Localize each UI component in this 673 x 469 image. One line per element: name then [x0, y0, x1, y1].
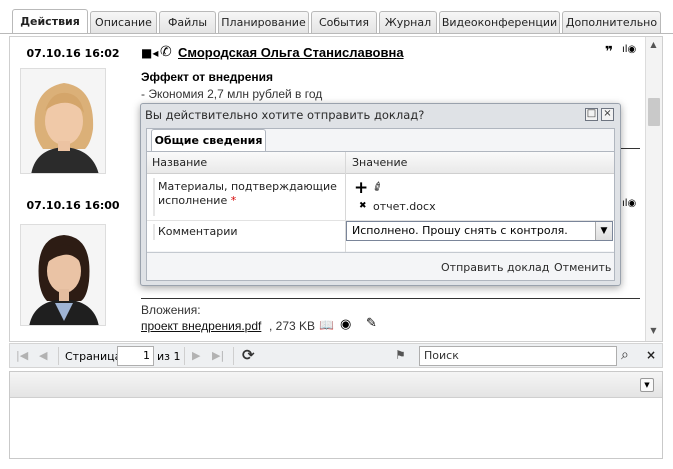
row-comments-label: Комментарии	[158, 225, 238, 238]
search-input[interactable]: Поиск	[419, 346, 617, 366]
entry-date: 07.10.16 16:00	[26, 199, 120, 212]
page-input[interactable]: 1	[117, 346, 154, 366]
cancel-button[interactable]: Отменить	[554, 261, 611, 274]
entry-divider	[141, 298, 640, 299]
row-handle	[153, 224, 155, 240]
book-icon[interactable]: 📖	[319, 318, 334, 332]
first-page-icon[interactable]: |◀	[16, 349, 28, 362]
last-page-icon[interactable]: ▶|	[212, 349, 224, 362]
entry-text: - Экономия 2,7 млн рублей в год	[141, 87, 323, 101]
tab-description[interactable]: Описание	[90, 11, 157, 33]
tab-actions[interactable]: Действия	[12, 9, 88, 34]
panel-collapse-icon[interactable]: ▼	[640, 378, 654, 392]
read-status-icon[interactable]: ıl◉	[622, 198, 636, 209]
page-total: из 1	[157, 350, 181, 363]
scroll-up-icon[interactable]: ▲	[646, 40, 661, 54]
flag-icon[interactable]: ⚑	[395, 348, 406, 362]
tab-planning[interactable]: Планирование	[218, 11, 309, 33]
col-name-header[interactable]: Название	[152, 152, 207, 174]
remove-file-icon[interactable]: ✖	[359, 201, 367, 211]
phone-icon[interactable]: ✆	[160, 44, 172, 60]
tab-files[interactable]: Файлы	[159, 11, 216, 33]
attached-file[interactable]: отчет.docx	[373, 200, 436, 213]
search-icon[interactable]: ⌕	[621, 347, 629, 363]
tab-events[interactable]: События	[311, 11, 377, 33]
clear-search-icon[interactable]: ×	[646, 348, 656, 362]
tab-general-info[interactable]: Общие сведения	[151, 129, 266, 151]
attachments-label: Вложения:	[141, 303, 201, 317]
tab-divider	[0, 33, 673, 34]
quote-icon[interactable]: ❞	[605, 44, 613, 60]
row-materials-label: Материалы, подтверждающие исполнение *	[158, 180, 346, 208]
refresh-icon[interactable]: ⟳	[242, 346, 255, 364]
details-panel-header	[10, 372, 662, 398]
add-icon[interactable]: +	[354, 180, 368, 197]
toolbar-separator	[58, 347, 59, 365]
dialog-title: Вы действительно хотите отправить доклад…	[145, 108, 425, 122]
eye-icon[interactable]: ◉	[340, 317, 351, 332]
scroll-down-icon[interactable]: ▼	[646, 326, 661, 340]
read-status-icon[interactable]: ıl◉	[622, 44, 636, 55]
row-materials-text: Материалы, подтверждающие исполнение	[158, 180, 337, 207]
pencil-icon[interactable]: ✎	[366, 316, 377, 331]
comments-select[interactable]: Исполнено. Прошу снять с контроля.	[346, 221, 613, 241]
next-page-icon[interactable]: ▶	[192, 349, 200, 362]
send-report-button[interactable]: Отправить доклад	[441, 261, 549, 274]
avatar	[20, 68, 106, 174]
person-name[interactable]: Смородская Ольга Станиславовна	[178, 45, 404, 60]
avatar	[20, 224, 106, 326]
footer-divider	[147, 252, 614, 253]
toolbar-separator	[233, 347, 234, 365]
required-marker: *	[230, 194, 237, 207]
chevron-down-icon[interactable]: ▼	[595, 222, 612, 240]
close-icon[interactable]: ×	[601, 108, 614, 121]
tab-journal[interactable]: Журнал	[379, 11, 437, 33]
maximize-icon[interactable]: □	[585, 108, 598, 121]
vertical-scrollbar[interactable]	[645, 37, 662, 341]
page-label: Страница	[65, 350, 122, 363]
attachment-size: , 273 KB	[269, 319, 316, 333]
tab-videoconferences[interactable]: Видеоконференции	[439, 11, 560, 33]
video-icon[interactable]: ■◂	[141, 46, 158, 60]
entry-heading: Эффект от внедрения	[141, 70, 274, 84]
scroll-thumb[interactable]	[648, 98, 660, 126]
attachment-link[interactable]: проект внедрения.pdf	[141, 319, 261, 333]
tab-additional[interactable]: Дополнительно	[562, 11, 661, 33]
entry-date: 07.10.16 16:02	[26, 47, 120, 60]
col-value-header[interactable]: Значение	[352, 152, 407, 174]
toolbar-separator	[184, 347, 185, 365]
prev-page-icon[interactable]: ◀	[39, 349, 47, 362]
tab-bar: Действия Описание Файлы Планирование Соб…	[0, 0, 673, 34]
row-handle	[153, 178, 155, 216]
